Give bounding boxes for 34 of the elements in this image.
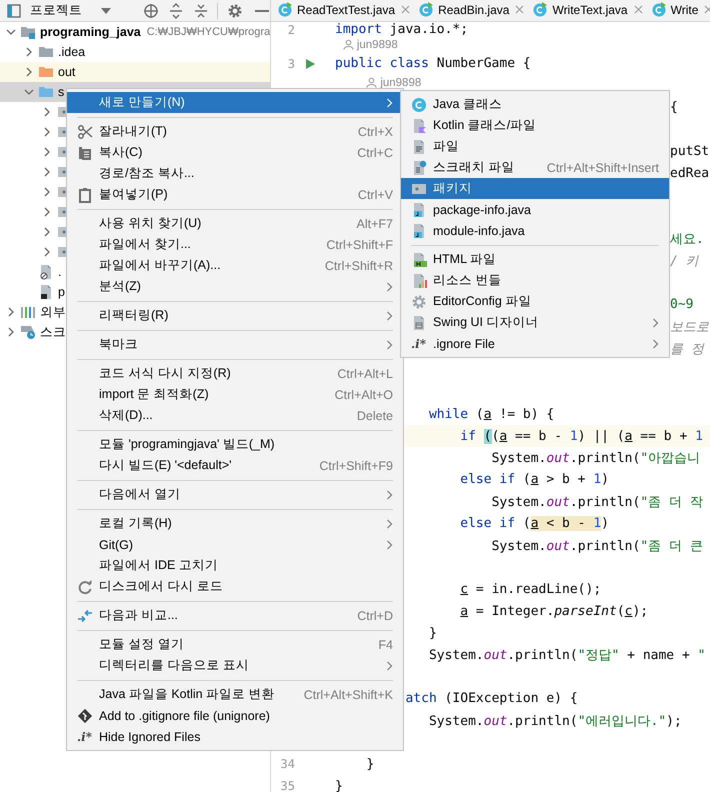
code-line: } [428,626,437,641]
tree-item-path: C:₩JBJ₩HYCU₩progra [146,26,270,38]
code-line: c = in.readLine(); [460,582,602,597]
code-line: System.out.println("정답" + name + " [428,646,706,664]
author-hint: jun9898 [342,38,398,50]
code-line: else if (a > b + 1) [460,472,609,488]
code-fragment: edRea [670,166,710,181]
code-line: System.out.println("좀 더 작 [492,494,703,511]
code-line: System.out.println("에러입니다."); [428,712,682,730]
code-fragment: 보드로 [670,318,709,336]
code-line: import java.io.*; [335,22,468,38]
code-fragment: 를 정 [670,340,704,358]
code-fragment: 0~9 [670,297,694,312]
code-fragment: / 키 [670,252,699,270]
code-line: atch (IOException e) { [405,691,578,706]
code-line: System.out.println("좀 더 큰 [492,538,703,555]
line-number: 34 [280,757,295,772]
code-fragment: putSt [670,144,710,159]
line-number: 3 [286,56,295,71]
code-line: if ((a == b - 1) || (a == b + 1 [460,428,703,444]
code-line: a = Integer.parseInt(c); [460,604,648,619]
author-hint: jun9898 [366,76,422,89]
code-line: while (a != b) { [428,406,554,422]
code-fragment: { [670,100,678,116]
code-line: else if (a < b - 1) [460,516,609,532]
ignore-file-icon: .i* [77,730,92,744]
code-fragment: 세요. [670,231,704,248]
code-line: } [366,756,374,772]
code-line: System.out.println("아깝습니 [492,450,700,467]
line-number: 35 [280,779,295,792]
ignore-file-icon: .i* [411,336,426,350]
code-line: } [335,778,343,792]
line-number: 2 [286,22,295,37]
code-line: public class NumberGame { [335,56,531,72]
